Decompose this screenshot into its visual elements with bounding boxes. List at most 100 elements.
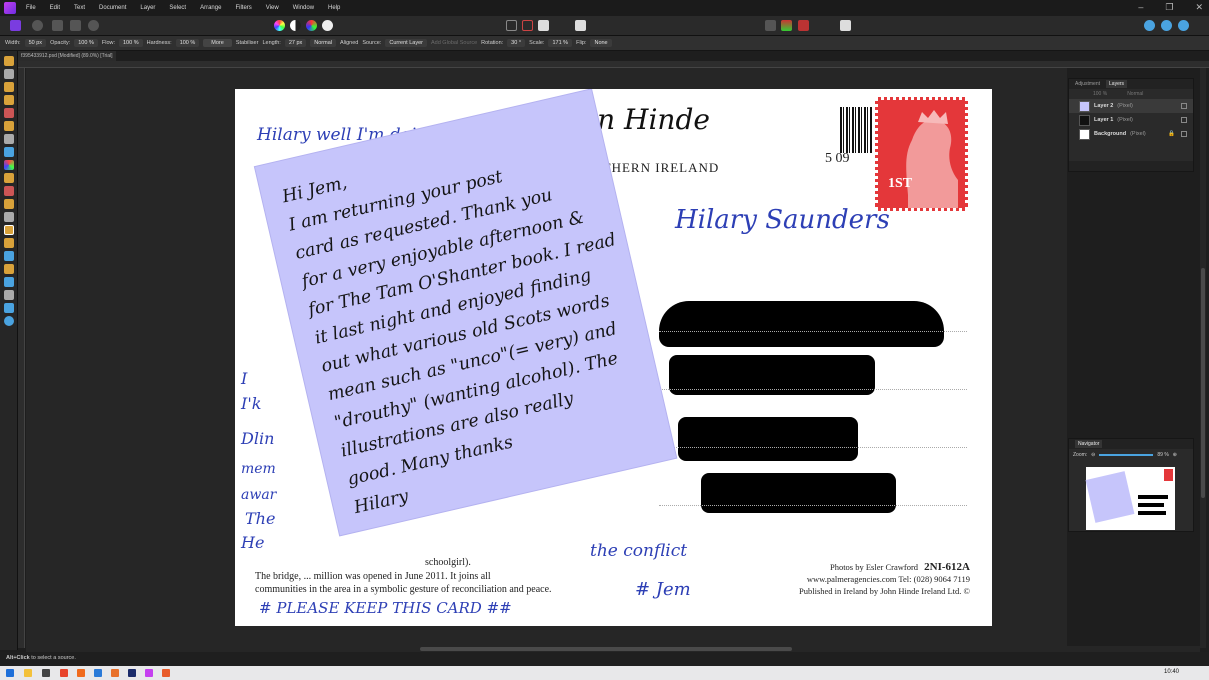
chrome-icon[interactable]	[60, 669, 68, 677]
invert-selection-icon[interactable]	[538, 20, 549, 31]
clone-brush-icon[interactable]	[4, 212, 14, 222]
marquee-tool-icon[interactable]	[4, 134, 14, 144]
menu-help[interactable]: Help	[328, 5, 340, 11]
color-picker-tool-icon[interactable]	[4, 82, 14, 92]
affinity-taskbar-icon[interactable]	[145, 669, 153, 677]
account-icon[interactable]	[1178, 20, 1189, 31]
blend-mode-select[interactable]: Normal	[310, 39, 337, 47]
erase-brush-icon[interactable]	[4, 186, 14, 196]
layer-row-layer-1[interactable]: Layer 1 (Pixel)	[1069, 113, 1193, 127]
length-field[interactable]: 27 px	[284, 39, 307, 47]
move-tool-icon[interactable]	[4, 69, 14, 79]
persona-develop-icon[interactable]	[52, 20, 63, 31]
taskbar-clock[interactable]: 10:40	[1164, 669, 1179, 675]
layer-visibility-checkbox[interactable]	[1181, 103, 1187, 109]
menu-arrange[interactable]: Arrange	[200, 5, 221, 11]
layer-visibility-checkbox[interactable]	[1181, 117, 1187, 123]
assistant-icon[interactable]	[798, 20, 809, 31]
purple-note-layer[interactable]: Hi Jem, I am returning your post card as…	[255, 89, 677, 536]
tab-navigator[interactable]: Navigator	[1075, 440, 1103, 448]
deselect-icon[interactable]	[522, 20, 533, 31]
menu-window[interactable]: Window	[293, 5, 314, 11]
auto-levels-icon[interactable]	[274, 20, 285, 31]
zoom-slider[interactable]	[1099, 454, 1154, 456]
search-icon[interactable]	[42, 669, 50, 677]
rotation-field[interactable]: 30 °	[507, 39, 526, 47]
zoom-value[interactable]: 89 %	[1157, 452, 1168, 458]
aligned-checkbox[interactable]: Aligned	[340, 40, 358, 46]
menu-select[interactable]: Select	[169, 5, 186, 11]
brave-icon[interactable]	[77, 669, 85, 677]
vertical-ruler[interactable]	[18, 68, 25, 648]
minimize-icon[interactable]: –	[1138, 2, 1143, 13]
crop-tool-icon[interactable]	[4, 95, 14, 105]
horizontal-scroll-thumb[interactable]	[420, 647, 792, 651]
tab-layers[interactable]: Layers	[1106, 80, 1128, 88]
hand-tool-icon[interactable]	[4, 56, 14, 66]
persona-export-icon[interactable]	[88, 20, 99, 31]
view-tool-icon[interactable]	[4, 303, 14, 313]
healing-brush-icon[interactable]	[4, 225, 14, 235]
width-field[interactable]: 50 px	[24, 39, 47, 47]
paint-brush-icon[interactable]	[4, 173, 14, 183]
zoom-tool-icon[interactable]	[4, 316, 14, 326]
color-picker-icon[interactable]	[781, 20, 792, 31]
text-tool-icon[interactable]	[4, 290, 14, 300]
layer-opacity-field[interactable]: 100 %	[1093, 91, 1107, 97]
terminal-icon[interactable]	[128, 669, 136, 677]
auto-contrast-icon[interactable]	[290, 20, 301, 31]
layer-blend-select[interactable]: Normal	[1127, 91, 1143, 97]
menu-view[interactable]: View	[266, 5, 279, 11]
menu-text[interactable]: Text	[74, 5, 85, 11]
shape-tool-icon[interactable]	[4, 277, 14, 287]
app-icon[interactable]	[111, 669, 119, 677]
menu-edit[interactable]: Edit	[50, 5, 60, 11]
document-tab[interactable]: f395433912.psd [Modified] (89.0%) [Trial…	[18, 51, 116, 61]
auto-colors-icon[interactable]	[306, 20, 317, 31]
flood-select-icon[interactable]	[4, 121, 14, 131]
horizontal-ruler[interactable]	[18, 61, 1209, 68]
layer-row-layer-2[interactable]: Layer 2 (Pixel)	[1069, 99, 1193, 113]
pen-tool-icon[interactable]	[4, 264, 14, 274]
menu-document[interactable]: Document	[99, 5, 126, 11]
persona-tone-mapping-icon[interactable]	[70, 20, 81, 31]
flood-fill-icon[interactable]	[4, 147, 14, 157]
stabiliser-checkbox[interactable]: Stabiliser	[236, 40, 259, 46]
gradient-tool-icon[interactable]	[4, 160, 14, 170]
add-global-source-button[interactable]: Add Global Source	[431, 40, 477, 46]
opacity-field[interactable]: 100 %	[74, 39, 98, 47]
flip-select[interactable]: None	[590, 39, 612, 47]
store-icon[interactable]	[94, 669, 102, 677]
snapping-icon[interactable]	[765, 20, 776, 31]
red-eye-tool-icon[interactable]	[4, 238, 14, 248]
file-explorer-icon[interactable]	[24, 669, 32, 677]
maximize-icon[interactable]: ❐	[1165, 2, 1173, 13]
tab-adjustment[interactable]: Adjustment	[1075, 81, 1100, 87]
windows-start-icon[interactable]	[6, 669, 14, 677]
zoom-in-icon[interactable]: ⊕	[1173, 452, 1177, 458]
layer-visibility-checkbox[interactable]	[1181, 131, 1187, 137]
blur-brush-icon[interactable]	[4, 251, 14, 261]
persona-photo-icon[interactable]	[10, 20, 21, 31]
hardness-field[interactable]: 100 %	[175, 39, 200, 47]
source-select[interactable]: Current Layer	[385, 39, 427, 47]
persona-liquify-icon[interactable]	[32, 20, 43, 31]
dodge-brush-icon[interactable]	[4, 199, 14, 209]
studio-toggle-icon[interactable]	[1144, 20, 1155, 31]
vertical-scrollbar[interactable]	[1200, 68, 1206, 648]
auto-white-balance-icon[interactable]	[322, 20, 333, 31]
quick-mask-icon[interactable]	[575, 20, 586, 31]
more-button[interactable]: More	[203, 39, 232, 47]
menu-file[interactable]: File	[26, 5, 36, 11]
zoom-out-icon[interactable]: ⊖	[1091, 452, 1095, 458]
menu-layer[interactable]: Layer	[140, 5, 155, 11]
lock-icon[interactable]: 🔒	[1168, 131, 1175, 137]
flow-field[interactable]: 100 %	[119, 39, 143, 47]
vertical-scroll-thumb[interactable]	[1201, 268, 1205, 498]
menu-filters[interactable]: Filters	[235, 5, 251, 11]
selection-brush-icon[interactable]	[4, 108, 14, 118]
postcard-image[interactable]: John Hinde NORTHERN IRELAND 5 09 1ST Hil…	[235, 89, 992, 626]
info-icon[interactable]	[840, 20, 851, 31]
app-icon[interactable]	[162, 669, 170, 677]
scale-field[interactable]: 171 %	[548, 39, 573, 47]
